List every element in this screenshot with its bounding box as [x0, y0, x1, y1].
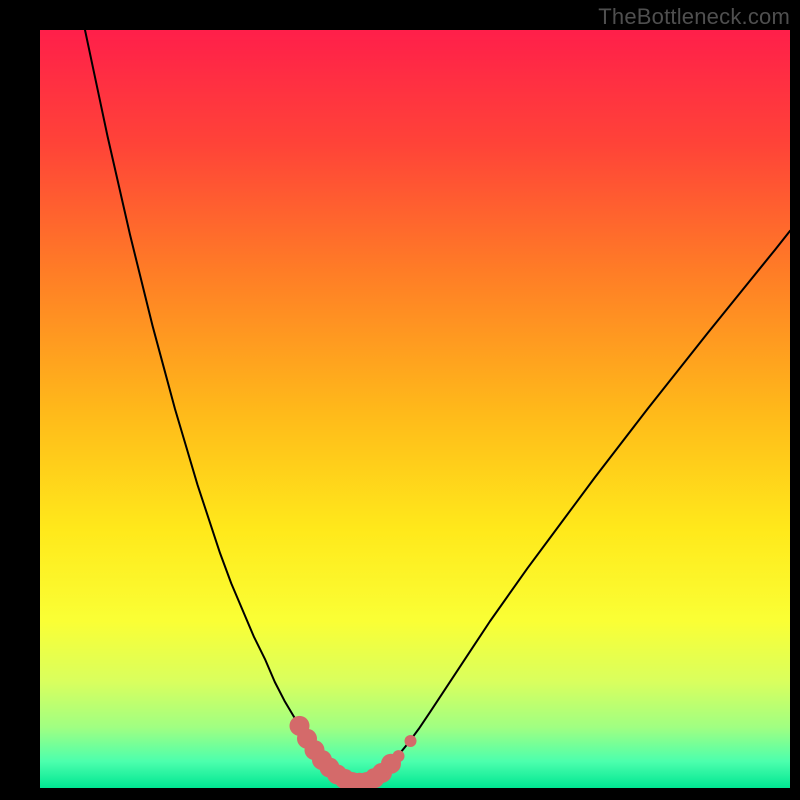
- gradient-background: [40, 30, 790, 788]
- trough-marker: [393, 750, 405, 762]
- chart-frame: TheBottleneck.com: [0, 0, 800, 800]
- trough-marker: [405, 735, 417, 747]
- watermark-label: TheBottleneck.com: [598, 4, 790, 30]
- chart-svg: [40, 30, 790, 788]
- plot-area: [40, 30, 790, 788]
